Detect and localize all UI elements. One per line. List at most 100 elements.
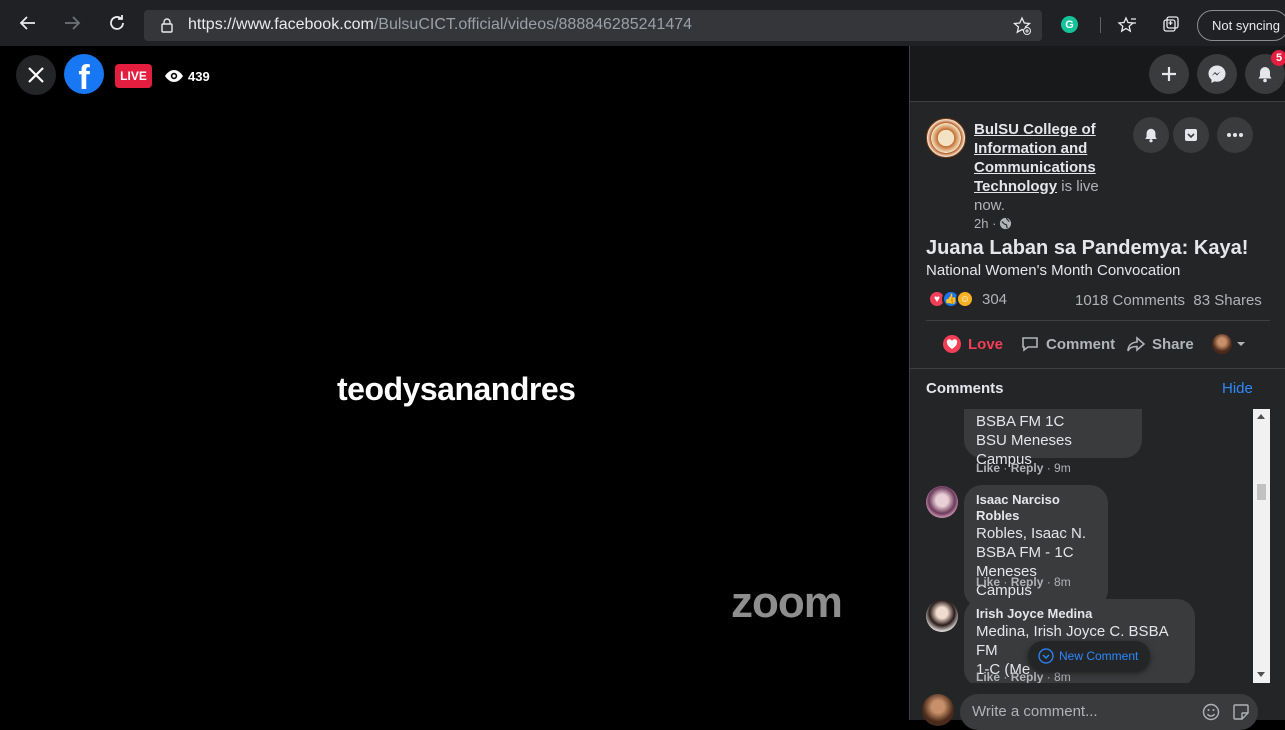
bell-icon [1145, 128, 1157, 143]
notification-badge: 5 [1271, 50, 1285, 66]
comment-meta: Like · Reply · 9m [976, 461, 1071, 475]
plus-icon [1162, 67, 1176, 81]
new-comment-button[interactable]: New Comment [1028, 641, 1151, 671]
share-label: Share [1152, 335, 1194, 353]
url-domain: https://www.facebook.com [188, 16, 374, 33]
close-icon [28, 67, 44, 83]
post-header: BulSU College of Information and Communi… [974, 120, 1114, 215]
globe-icon [1000, 217, 1012, 230]
heart-icon [943, 335, 961, 353]
url-text[interactable]: https://www.facebook.com/BulsuCICT.offic… [188, 16, 692, 34]
reply-link[interactable]: Reply [1011, 575, 1044, 589]
post-title: Juana Laban sa Pandemya: Kaya! [926, 237, 1249, 259]
reload-icon[interactable] [106, 12, 128, 34]
more-options-button[interactable] [1217, 117, 1253, 153]
favorites-icon[interactable] [1117, 15, 1137, 35]
comment-bubble: Isaac Narciso Robles Robles, Isaac N. BS… [964, 485, 1108, 608]
toolbar-separator [1100, 17, 1101, 33]
comment-text-line: BSBA FM 1C [976, 413, 1065, 430]
more-icon [1227, 133, 1243, 137]
engagement-counts: 1018 Comments 83 Shares [1075, 292, 1262, 309]
comments-title: Comments [926, 380, 1004, 397]
comments-count[interactable]: 1018 Comments [1075, 292, 1185, 309]
post-time-text: 2h · [974, 216, 997, 231]
close-button[interactable] [16, 55, 56, 95]
save-post-button[interactable] [1173, 117, 1209, 153]
comment-time[interactable]: · 8m [1047, 670, 1071, 683]
user-avatar [1212, 334, 1232, 354]
comment-meta: Like · Reply · 8m [976, 575, 1071, 589]
facebook-logo-icon[interactable]: f [64, 54, 104, 94]
commenter-avatar[interactable] [926, 486, 958, 518]
comment-composer: Write a comment... [910, 686, 1285, 730]
comments-header: Comments Hide [910, 368, 1285, 412]
eye-icon [165, 70, 183, 82]
collections-icon[interactable] [1161, 15, 1181, 35]
comment-text-line: BSBA FM - 1C [976, 544, 1074, 561]
share-button[interactable]: Share [1126, 334, 1194, 354]
comment-meta: Like · Reply · 8m [976, 670, 1071, 683]
post-side-panel: 5 BulSU College of Information and Commu… [909, 46, 1285, 730]
grammarly-icon[interactable]: G [1061, 16, 1078, 33]
sticker-icon[interactable] [1232, 703, 1250, 721]
commenter-avatar[interactable] [926, 600, 958, 632]
comment-bubble: BSBA FM 1C BSU Meneses Campus [964, 409, 1142, 468]
reply-link[interactable]: Reply [1011, 670, 1044, 683]
viewer-count-value: 439 [188, 68, 210, 84]
forward-icon[interactable] [61, 12, 83, 34]
reply-link[interactable]: Reply [1011, 461, 1044, 475]
comment-author[interactable]: Irish Joyce Medina [976, 606, 1183, 622]
comments-scrollbar[interactable] [1253, 409, 1270, 683]
comment-button[interactable]: Comment [1020, 334, 1115, 354]
post-subtitle: National Women's Month Convocation [926, 262, 1181, 279]
browser-toolbar: https://www.facebook.com/BulsuCICT.offic… [0, 0, 1285, 46]
profile-sync-button[interactable]: Not syncing [1197, 10, 1285, 41]
reaction-summary[interactable]: ♥ 👍 ☺ 304 [928, 290, 1007, 308]
speaker-name: teodysanandres [337, 371, 576, 407]
current-user-avatar[interactable] [922, 694, 954, 726]
page-avatar[interactable] [926, 118, 966, 158]
like-link[interactable]: Like [976, 670, 1000, 683]
live-video-player[interactable]: f LIVE 439 teodysanandres zoom [0, 46, 909, 720]
comment-author[interactable]: Isaac Narciso Robles [976, 492, 1096, 524]
url-path: /BulsuCICT.official/videos/8888462852414… [373, 16, 693, 33]
address-bar[interactable]: https://www.facebook.com/BulsuCICT.offic… [144, 10, 1042, 41]
post-time[interactable]: 2h · [974, 216, 1012, 231]
comment-icon [1022, 337, 1038, 352]
like-link[interactable]: Like [976, 461, 1000, 475]
facebook-top-actions [910, 46, 1285, 102]
new-comment-label: New Comment [1059, 649, 1139, 663]
lock-icon[interactable] [159, 17, 175, 33]
live-badge: LIVE [115, 64, 152, 88]
scroll-up-arrow-icon[interactable] [1257, 414, 1265, 419]
zoom-watermark: zoom [731, 578, 843, 627]
divider [926, 320, 1270, 321]
hide-comments-link[interactable]: Hide [1222, 380, 1253, 397]
shares-count[interactable]: 83 Shares [1193, 292, 1261, 309]
messenger-icon [1208, 65, 1226, 83]
back-icon[interactable] [17, 12, 39, 34]
love-button[interactable]: Love [942, 334, 1003, 354]
love-label: Love [968, 335, 1004, 353]
emoji-icon[interactable] [1202, 703, 1220, 721]
follow-notifications-button[interactable] [1133, 117, 1169, 153]
scroll-down-arrow-icon[interactable] [1257, 672, 1265, 677]
bell-icon [1258, 67, 1272, 83]
messenger-button[interactable] [1197, 54, 1237, 94]
add-favorite-icon[interactable] [1012, 16, 1032, 36]
comment-text-line: Robles, Isaac N. [976, 525, 1087, 542]
like-link[interactable]: Like [976, 575, 1000, 589]
comment-label: Comment [1046, 335, 1116, 353]
reaction-count: 304 [982, 290, 1008, 308]
comment-time[interactable]: · 8m [1047, 575, 1071, 589]
scrollbar-thumb[interactable] [1257, 484, 1266, 500]
post-actions: Love Comment Share [910, 328, 1285, 362]
create-button[interactable] [1149, 54, 1189, 94]
comments-list[interactable]: BSBA FM 1C BSU Meneses Campus Like · Rep… [910, 409, 1285, 683]
comment-time[interactable]: · 9m [1047, 461, 1071, 475]
viewer-count: 439 [164, 66, 210, 86]
reaction-audience-selector[interactable] [1212, 334, 1246, 354]
save-icon [1185, 129, 1197, 141]
arrow-down-circle-icon [1038, 648, 1054, 664]
share-icon [1127, 336, 1146, 352]
